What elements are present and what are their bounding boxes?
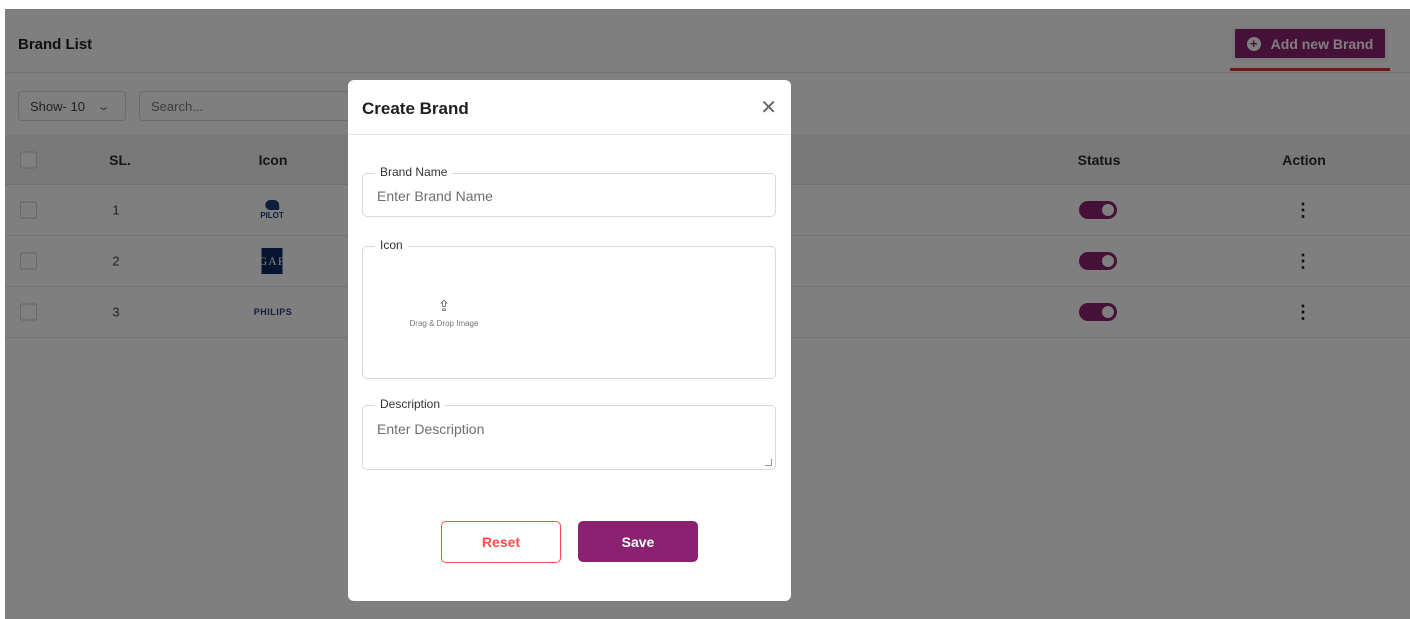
resize-handle-icon[interactable] xyxy=(765,459,772,466)
description-label: Description xyxy=(375,397,446,411)
brand-name-field[interactable]: Brand Name Enter Brand Name xyxy=(362,165,776,217)
close-icon[interactable]: ✕ xyxy=(760,95,777,120)
brand-name-placeholder: Enter Brand Name xyxy=(377,188,493,204)
description-placeholder: Enter Description xyxy=(377,421,485,437)
save-button[interactable]: Save xyxy=(578,521,698,562)
app: Brand List + Add new Brand Show- 10 ⌄ Se… xyxy=(0,0,1410,619)
reset-button[interactable]: Reset xyxy=(441,521,561,563)
upload-icon: ⇪ xyxy=(437,298,451,315)
icon-label: Icon xyxy=(375,238,408,252)
icon-upload-field[interactable]: Icon ⇪ Drag & Drop Image xyxy=(362,238,776,379)
page-frame: Brand List + Add new Brand Show- 10 ⌄ Se… xyxy=(5,9,1410,619)
modal-title: Create Brand xyxy=(362,99,469,118)
create-brand-modal: Create Brand ✕ Brand Name Enter Brand Na… xyxy=(348,80,791,601)
modal-header: Create Brand ✕ xyxy=(348,80,791,135)
upload-text: Drag & Drop Image xyxy=(409,319,479,328)
description-field[interactable]: Description Enter Description xyxy=(362,397,776,470)
upload-dropzone[interactable]: ⇪ Drag & Drop Image xyxy=(402,297,486,328)
brand-name-label: Brand Name xyxy=(375,165,453,179)
